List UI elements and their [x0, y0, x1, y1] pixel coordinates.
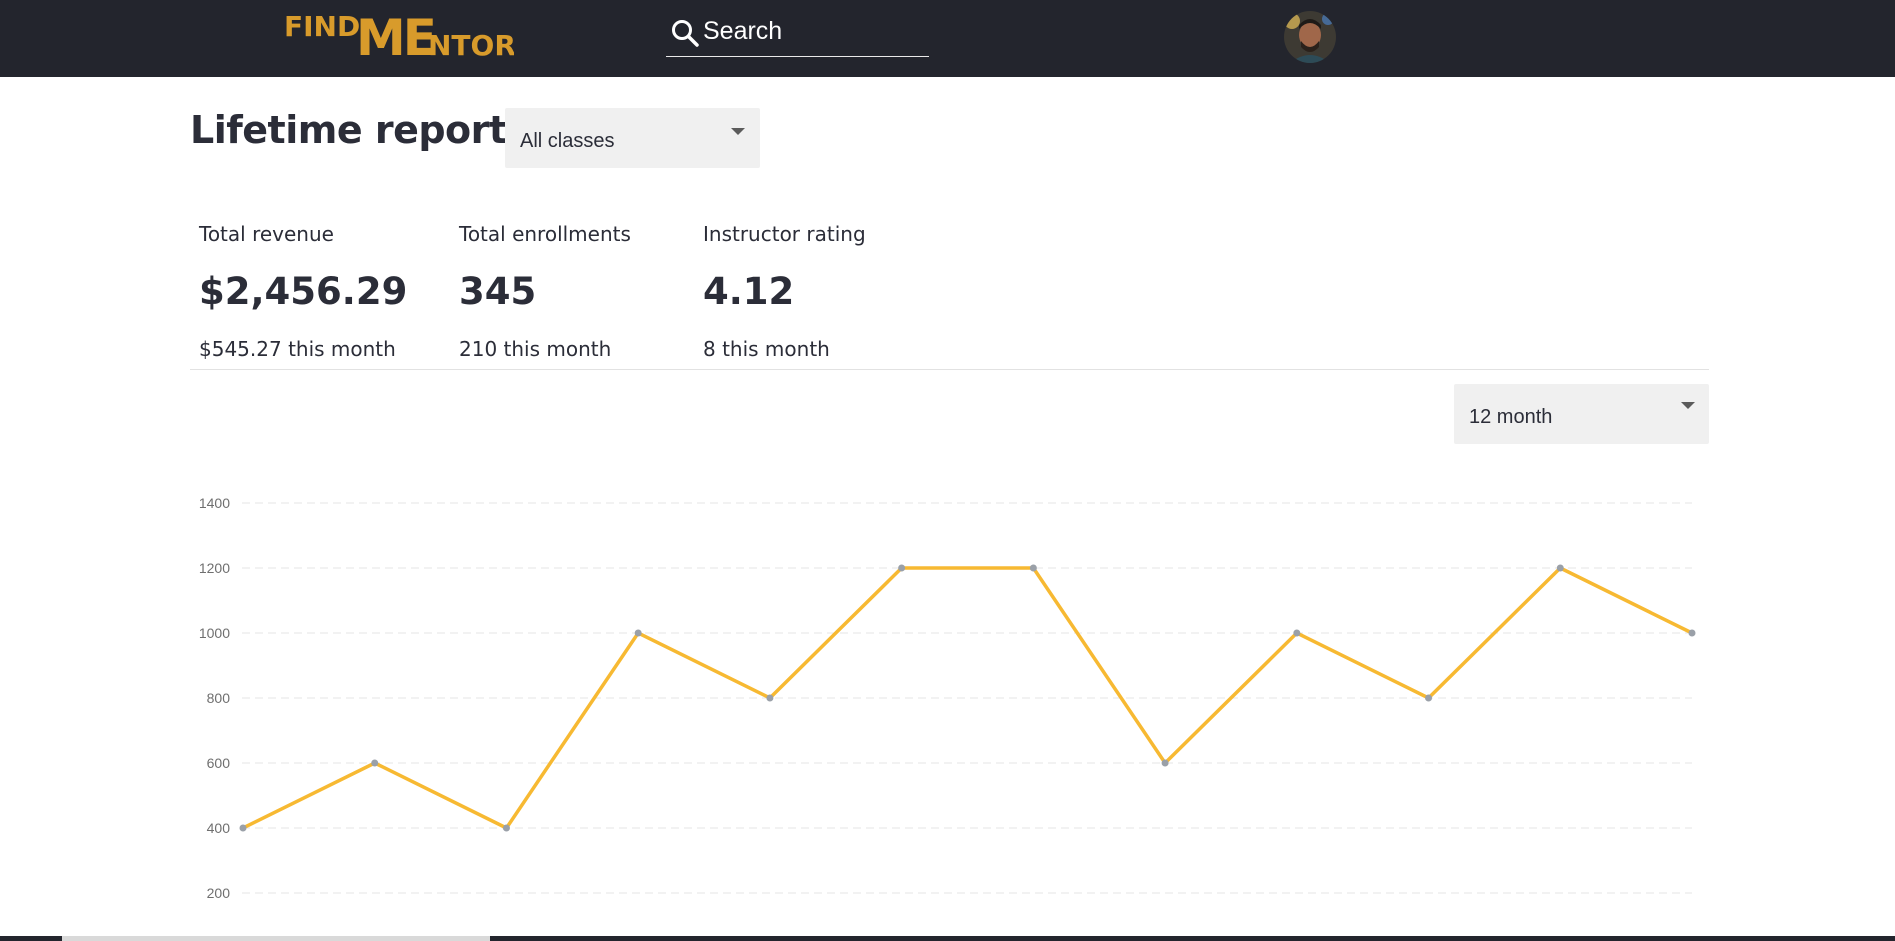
- search-box[interactable]: Search: [666, 14, 929, 57]
- data-point[interactable]: [1161, 759, 1169, 767]
- data-point[interactable]: [371, 759, 379, 767]
- horizontal-scrollbar[interactable]: [0, 936, 1895, 941]
- revenue-line-chart: 200 400 600 800 1000 1200 1400: [199, 495, 1696, 901]
- data-point[interactable]: [1293, 629, 1301, 637]
- stat-label: Total enrollments: [459, 222, 631, 246]
- avatar-photo: [1284, 11, 1336, 63]
- y-tick-label: 1000: [199, 625, 230, 641]
- caret-down-icon: [731, 128, 745, 135]
- stat-total-revenue: Total revenue $2,456.29 $545.27 this mon…: [199, 222, 407, 361]
- stat-value: 4.12: [703, 270, 795, 313]
- data-point[interactable]: [239, 824, 247, 832]
- data-point[interactable]: [502, 824, 510, 832]
- user-avatar[interactable]: [1284, 11, 1336, 63]
- stat-subtext: 210 this month: [459, 337, 612, 361]
- stat-value: 345: [459, 270, 537, 313]
- period-filter-value: 12 month: [1469, 406, 1553, 428]
- caret-down-icon: [1681, 402, 1695, 409]
- stat-total-enrollments: Total enrollments 345 210 this month: [459, 222, 631, 361]
- y-tick-label: 1400: [199, 495, 230, 511]
- stat-subtext: 8 this month: [703, 337, 830, 361]
- class-filter-value: All classes: [520, 130, 615, 152]
- chart-series: [242, 566, 1693, 830]
- y-tick-label: 400: [207, 820, 231, 836]
- stat-label: Total revenue: [199, 222, 334, 246]
- scrollbar-thumb[interactable]: [62, 936, 490, 941]
- search-label: Search: [703, 17, 783, 45]
- y-tick-label: 200: [207, 885, 231, 901]
- period-filter-dropdown[interactable]: 12 month: [1454, 384, 1709, 444]
- stat-instructor-rating: Instructor rating 4.12 8 this month: [703, 222, 866, 361]
- y-tick-label: 600: [207, 755, 231, 771]
- y-tick-label: 1200: [199, 560, 230, 576]
- stat-label: Instructor rating: [703, 222, 866, 246]
- data-point[interactable]: [1688, 629, 1696, 637]
- stat-subtext: $545.27 this month: [199, 337, 396, 361]
- data-point[interactable]: [1029, 564, 1037, 572]
- data-point[interactable]: [898, 564, 906, 572]
- svg-text:NTOR: NTOR: [428, 29, 514, 60]
- data-point[interactable]: [1425, 694, 1433, 702]
- data-point[interactable]: [1556, 564, 1564, 572]
- class-filter-dropdown[interactable]: All classes: [505, 108, 760, 168]
- chart-y-axis: 200 400 600 800 1000 1200 1400: [199, 495, 230, 901]
- top-navbar: FIND ME NTOR Search: [0, 0, 1895, 77]
- search-icon: [672, 20, 699, 47]
- svg-text:ME: ME: [356, 9, 434, 60]
- data-point[interactable]: [634, 629, 642, 637]
- stat-value: $2,456.29: [199, 270, 408, 313]
- svg-text:FIND: FIND: [284, 10, 360, 43]
- data-point[interactable]: [766, 694, 774, 702]
- findmentor-logo[interactable]: FIND ME NTOR: [284, 4, 514, 60]
- y-tick-label: 800: [207, 690, 231, 706]
- page-title: Lifetime report: [190, 108, 507, 152]
- series-line: [242, 566, 1693, 830]
- chart-grid: [242, 502, 1692, 894]
- section-divider: [190, 369, 1709, 370]
